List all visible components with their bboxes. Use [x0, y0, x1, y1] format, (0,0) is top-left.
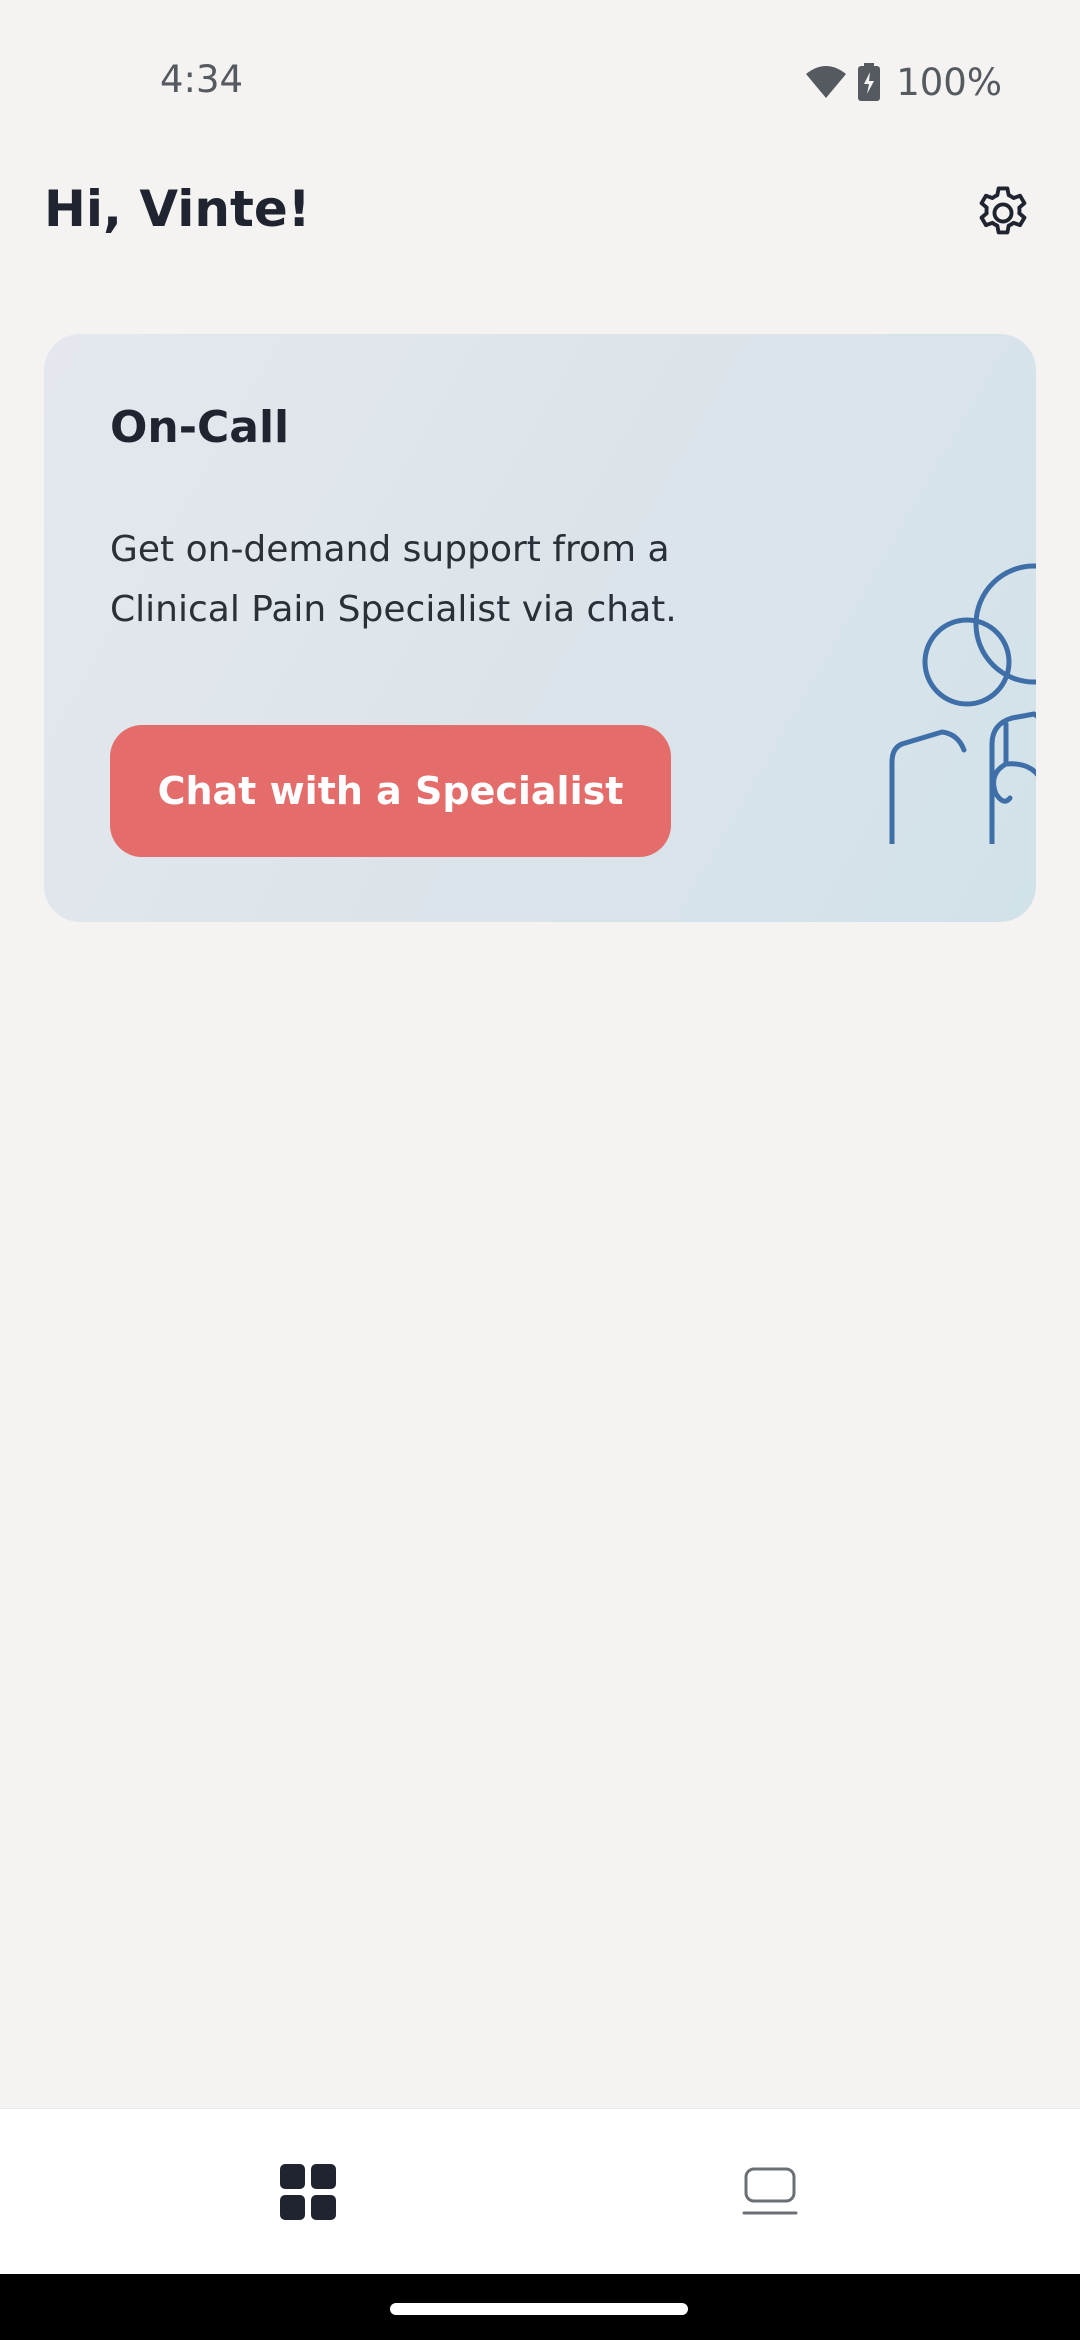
status-icons: 100% [804, 58, 1002, 106]
dashboard-grid-icon [280, 2164, 336, 2220]
chat-with-specialist-button[interactable]: Chat with a Specialist [110, 725, 671, 857]
on-call-card: On-Call Get on-demand support from a Cli… [44, 334, 1036, 922]
laptop-icon [742, 2167, 798, 2215]
home-gesture-handle[interactable] [390, 2303, 688, 2315]
home-screen: 4:34 100% Hi, Vinte! On-Call Get on-dema… [0, 0, 1080, 2340]
clinicians-icon [834, 444, 1036, 917]
settings-button[interactable] [972, 182, 1034, 244]
card-title: On-Call [110, 402, 290, 453]
gear-icon [979, 186, 1027, 235]
nav-item-sessions[interactable] [620, 2109, 920, 2275]
card-description: Get on-demand support from a Clinical Pa… [110, 529, 677, 630]
nav-item-home[interactable] [158, 2109, 458, 2275]
greeting-title: Hi, Vinte! [44, 180, 311, 238]
battery-percent: 100% [896, 60, 1002, 104]
wifi-icon [804, 64, 848, 100]
battery-charging-icon [858, 63, 881, 101]
status-bar: 4:34 100% [0, 0, 1080, 160]
bottom-navigation [0, 2108, 1080, 2274]
status-time: 4:34 [160, 58, 244, 101]
